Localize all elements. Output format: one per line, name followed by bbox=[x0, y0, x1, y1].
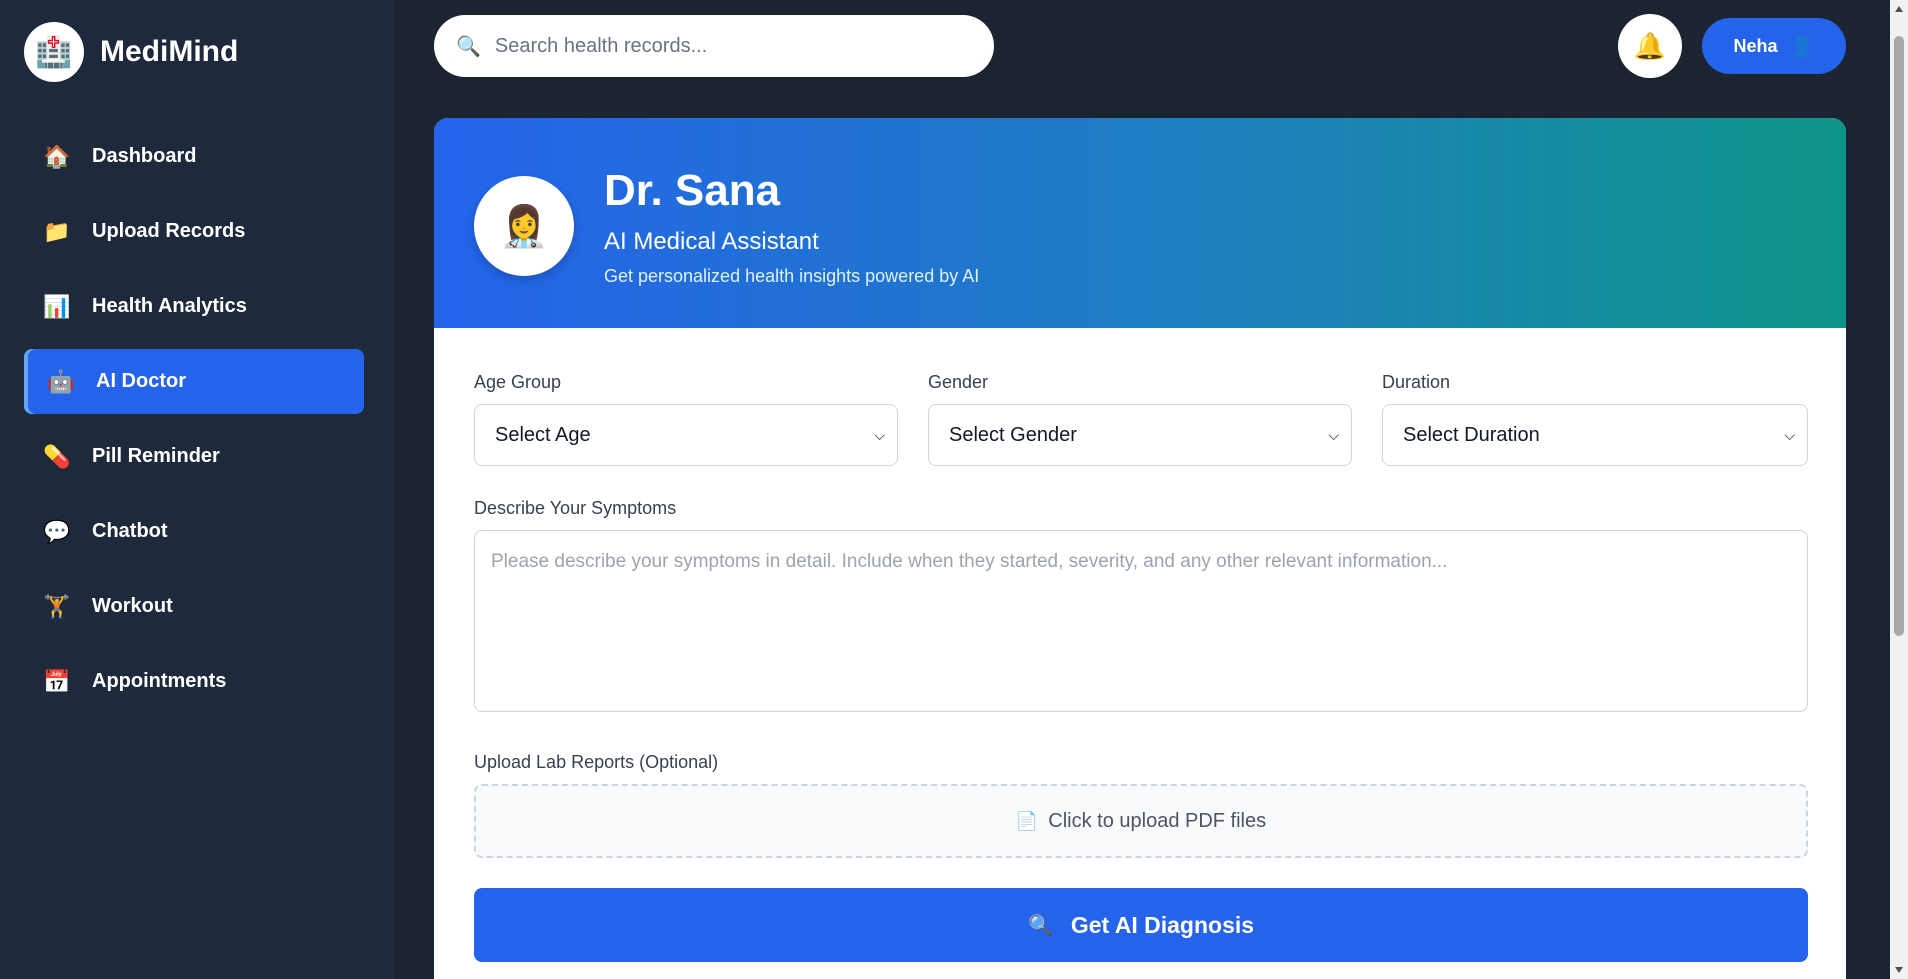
duration-label: Duration bbox=[1382, 372, 1451, 392]
user-menu-button[interactable]: Neha 👤 bbox=[1702, 18, 1846, 74]
ai-doctor-card: 👩‍⚕️ Dr. Sana AI Medical Assistant Get p… bbox=[434, 118, 1846, 979]
duration-value: Select Duration bbox=[1403, 423, 1540, 446]
sidebar-item-health-analytics[interactable]: 📊 Health Analytics bbox=[24, 274, 364, 339]
get-ai-diagnosis-button[interactable]: 🔍 Get AI Diagnosis bbox=[474, 888, 1808, 962]
scrollbar-thumb[interactable] bbox=[1894, 36, 1904, 636]
doctor-role: AI Medical Assistant bbox=[604, 228, 819, 255]
sidebar-item-label: Pill Reminder bbox=[92, 445, 220, 467]
scroll-down-arrow-icon[interactable] bbox=[1895, 967, 1903, 973]
symptoms-label: Describe Your Symptoms bbox=[474, 498, 677, 518]
sidebar: 🏥 MediMind 🏠 Dashboard 📁 Upload Records … bbox=[0, 0, 394, 979]
age-group-value: Select Age bbox=[495, 423, 591, 446]
notification-button[interactable]: 🔔 bbox=[1618, 14, 1682, 78]
sidebar-item-label: Chatbot bbox=[92, 520, 168, 542]
search-icon: 🔍 bbox=[456, 35, 481, 58]
gender-value: Select Gender bbox=[949, 423, 1077, 446]
sidebar-nav: 🏠 Dashboard 📁 Upload Records 📊 Health An… bbox=[24, 124, 364, 724]
age-group-label: Age Group bbox=[474, 372, 562, 392]
search-input[interactable] bbox=[494, 34, 955, 58]
get-ai-diagnosis-label: Get AI Diagnosis bbox=[1070, 911, 1255, 938]
pill-icon: 💊 bbox=[43, 443, 71, 469]
sidebar-item-pill-reminder[interactable]: 💊 Pill Reminder bbox=[24, 424, 364, 489]
sidebar-item-label: Workout bbox=[92, 595, 173, 617]
gender-select[interactable]: Select Gender ⌵ bbox=[928, 404, 1352, 466]
age-group-select[interactable]: Select Age ⌵ bbox=[474, 404, 898, 466]
sidebar-item-appointments[interactable]: 📅 Appointments bbox=[24, 649, 364, 714]
speech-bubble-icon: 💬 bbox=[43, 518, 71, 544]
gender-label: Gender bbox=[928, 372, 989, 392]
calendar-icon: 📅 bbox=[43, 668, 71, 694]
sidebar-item-label: AI Doctor bbox=[96, 370, 186, 392]
sidebar-item-ai-doctor[interactable]: 🤖 AI Doctor bbox=[24, 349, 364, 414]
sidebar-item-label: Upload Records bbox=[92, 220, 246, 242]
doctor-tagline: Get personalized health insights powered… bbox=[604, 266, 980, 286]
chevron-down-icon: ⌵ bbox=[1328, 426, 1339, 443]
scroll-up-arrow-icon[interactable] bbox=[1895, 6, 1903, 12]
search-bar[interactable]: 🔍 bbox=[434, 15, 994, 77]
home-icon: 🏠 bbox=[43, 143, 71, 169]
doctor-header: 👩‍⚕️ Dr. Sana AI Medical Assistant Get p… bbox=[434, 118, 1846, 328]
weightlifter-icon: 🏋️ bbox=[43, 593, 71, 619]
document-icon: 📄 bbox=[1015, 810, 1039, 831]
folder-icon: 📁 bbox=[43, 218, 71, 244]
page-scrollbar[interactable] bbox=[1890, 0, 1908, 979]
chevron-down-icon: ⌵ bbox=[874, 426, 885, 443]
bar-chart-icon: 📊 bbox=[43, 293, 71, 319]
hospital-logo-icon: 🏥 bbox=[24, 22, 84, 82]
sidebar-item-upload-records[interactable]: 📁 Upload Records bbox=[24, 199, 364, 264]
chevron-down-icon: ⌵ bbox=[1784, 426, 1795, 443]
upload-dropzone[interactable]: 📄 Click to upload PDF files bbox=[474, 784, 1808, 858]
user-icon: 👤 bbox=[1789, 35, 1815, 58]
sidebar-item-chatbot[interactable]: 💬 Chatbot bbox=[24, 499, 364, 564]
upload-label: Upload Lab Reports (Optional) bbox=[474, 752, 719, 772]
user-name: Neha bbox=[1733, 35, 1778, 56]
duration-select[interactable]: Select Duration ⌵ bbox=[1382, 404, 1808, 466]
sidebar-item-workout[interactable]: 🏋️ Workout bbox=[24, 574, 364, 639]
sidebar-item-dashboard[interactable]: 🏠 Dashboard bbox=[24, 124, 364, 189]
upload-text: Click to upload PDF files bbox=[1048, 809, 1267, 832]
sidebar-item-label: Appointments bbox=[92, 670, 227, 692]
bell-icon: 🔔 bbox=[1633, 30, 1667, 61]
app-name: MediMind bbox=[100, 35, 239, 68]
doctor-name: Dr. Sana bbox=[604, 166, 781, 215]
sidebar-item-label: Health Analytics bbox=[92, 295, 247, 317]
brand[interactable]: 🏥 MediMind bbox=[24, 22, 238, 82]
robot-icon: 🤖 bbox=[47, 368, 75, 394]
doctor-avatar: 👩‍⚕️ bbox=[474, 176, 574, 276]
search-icon: 🔍 bbox=[1027, 914, 1053, 937]
symptoms-textarea[interactable]: Please describe your symptoms in detail.… bbox=[474, 530, 1808, 712]
sidebar-item-label: Dashboard bbox=[92, 145, 197, 167]
